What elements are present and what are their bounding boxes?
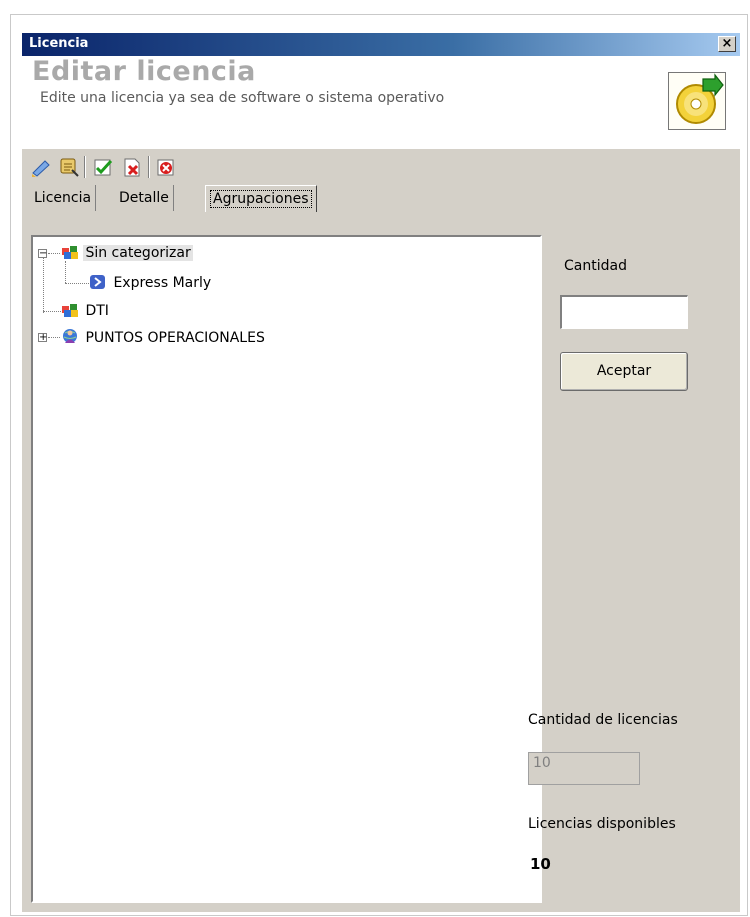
header-banner: Editar licencia Edite una licencia ya se… bbox=[22, 56, 740, 149]
tree-connector bbox=[48, 337, 60, 338]
tree-node-puntos-operacionales[interactable]: PUNTOS OPERACIONALES bbox=[61, 327, 267, 347]
tree-connector bbox=[65, 261, 66, 283]
aceptar-label: Aceptar bbox=[596, 363, 652, 379]
toolbar bbox=[22, 149, 740, 184]
tree-connector bbox=[48, 253, 60, 254]
tab-licencia[interactable]: Licencia bbox=[30, 185, 97, 211]
cancel-x-icon[interactable] bbox=[121, 156, 143, 178]
tab-label: Agrupaciones bbox=[210, 190, 312, 208]
cantidad-licencias-value: 10 bbox=[533, 755, 551, 771]
licencias-disponibles-value: 10 bbox=[530, 855, 551, 873]
tree-node-label: DTI bbox=[85, 303, 109, 319]
toolbar-separator bbox=[148, 156, 150, 178]
tree-connector bbox=[43, 253, 44, 313]
close-button[interactable]: × bbox=[718, 36, 736, 52]
window-title: Licencia bbox=[29, 36, 89, 51]
new-icon[interactable] bbox=[30, 156, 52, 178]
group-icon bbox=[62, 304, 78, 317]
tree-connector bbox=[65, 283, 89, 284]
tab-agrupaciones[interactable]: Agrupaciones bbox=[205, 185, 317, 212]
cd-edit-icon bbox=[668, 72, 726, 130]
close-icon: × bbox=[721, 36, 733, 51]
title-bar[interactable]: Licencia × bbox=[22, 33, 740, 56]
tree-node-dti[interactable]: DTI bbox=[61, 301, 111, 321]
tree-node-sin-categorizar[interactable]: Sin categorizar bbox=[61, 243, 193, 263]
item-icon bbox=[90, 275, 105, 289]
cantidad-label: Cantidad bbox=[564, 258, 627, 274]
tab-label: Detalle bbox=[119, 190, 169, 206]
close-circle-icon[interactable] bbox=[155, 156, 177, 178]
cantidad-input[interactable] bbox=[560, 295, 688, 329]
tree-node-label: Express Marly bbox=[113, 275, 212, 291]
cantidad-licencias-field: 10 bbox=[528, 752, 640, 785]
globe-user-icon bbox=[63, 329, 77, 343]
licencia-window: Licencia × Editar licencia Edite una lic… bbox=[22, 33, 740, 912]
accept-check-icon[interactable] bbox=[92, 156, 114, 178]
grouping-tree[interactable]: − Sin categorizar Express Marly DTI + PU… bbox=[31, 235, 542, 903]
tree-node-label: Sin categorizar bbox=[83, 245, 193, 261]
aceptar-button[interactable]: Aceptar bbox=[560, 352, 688, 391]
cantidad-licencias-label: Cantidad de licencias bbox=[528, 712, 678, 728]
page-title: Editar licencia bbox=[32, 56, 256, 87]
tab-label: Licencia bbox=[34, 190, 92, 206]
tree-node-label: PUNTOS OPERACIONALES bbox=[85, 330, 265, 346]
search-icon[interactable] bbox=[58, 156, 80, 178]
tab-detalle[interactable]: Detalle bbox=[115, 185, 174, 211]
toolbar-separator bbox=[84, 156, 86, 178]
licencias-disponibles-label: Licencias disponibles bbox=[528, 816, 676, 832]
tree-node-express-marly[interactable]: Express Marly bbox=[89, 273, 213, 293]
collapse-toggle[interactable]: − bbox=[38, 249, 47, 259]
tree-connector bbox=[43, 311, 61, 312]
group-icon bbox=[62, 246, 78, 259]
page-subtitle: Edite una licencia ya sea de software o … bbox=[40, 90, 445, 106]
expand-toggle[interactable]: + bbox=[38, 333, 47, 343]
